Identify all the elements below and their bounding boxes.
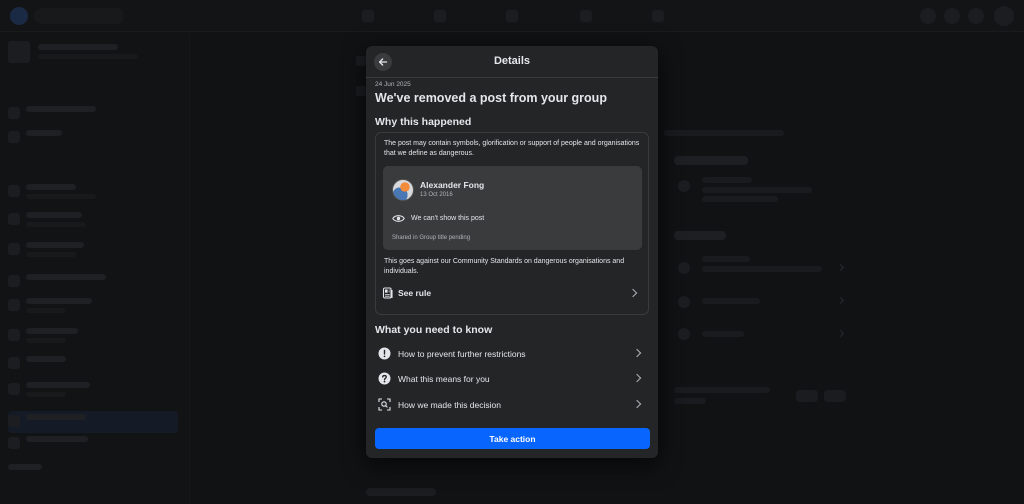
marketplace-icon <box>580 10 592 22</box>
chevron-right-icon <box>632 348 642 358</box>
know-item-label: How to prevent further restrictions <box>398 349 526 359</box>
post-date: 13 Oct 2016 <box>420 192 453 198</box>
sidebar-item <box>8 103 178 125</box>
post-author[interactable]: Alexander Fong <box>420 180 484 190</box>
prevent-restrictions-item[interactable]: How to prevent further restrictions <box>375 343 649 365</box>
exclamation-circle-icon <box>378 347 391 360</box>
profile-avatar <box>994 6 1014 26</box>
shared-in-text: Shared in Group title pending <box>392 235 471 241</box>
sidebar-item <box>8 209 178 231</box>
community-standards-text: This goes against our Community Standard… <box>384 258 625 275</box>
eye-icon <box>392 215 405 222</box>
scan-icon <box>378 398 391 411</box>
take-action-button[interactable]: Take action <box>375 428 650 449</box>
notice-date: 24 Jun 2025 <box>375 81 411 88</box>
know-item-label: What this means for you <box>398 374 490 384</box>
hidden-post-notice: We can't show this post <box>411 215 485 222</box>
chevron-right-icon <box>632 373 642 383</box>
know-heading: What you need to know <box>375 324 493 336</box>
gaming-icon <box>652 10 664 22</box>
sidebar-item <box>8 181 178 203</box>
question-circle-icon <box>378 372 391 385</box>
search-input <box>34 8 124 24</box>
facebook-logo-icon <box>10 7 28 25</box>
pages-icon <box>434 10 446 22</box>
sidebar-item <box>8 239 178 261</box>
rulebook-icon <box>382 287 393 299</box>
reason-text: The post may contain symbols, glorificat… <box>384 140 640 157</box>
sidebar-item <box>8 127 178 149</box>
home-icon <box>362 10 374 22</box>
sidebar-group-header <box>8 41 178 67</box>
sidebar-item <box>8 379 178 401</box>
chevron-right-icon <box>628 288 638 298</box>
groups-icon <box>506 10 518 22</box>
removed-post-card: Alexander Fong 13 Oct 2016 We can't show… <box>383 166 642 250</box>
notifications-icon <box>968 8 984 24</box>
dialog-title: Details <box>493 55 531 67</box>
reason-card: The post may contain symbols, glorificat… <box>375 132 649 315</box>
what-this-means-item[interactable]: What this means for you <box>375 368 649 390</box>
sidebar-item <box>8 325 178 347</box>
chevron-right-icon <box>632 399 642 409</box>
menu-icon <box>920 8 936 24</box>
details-dialog: Details 24 Jun 2025 We've removed a post… <box>366 46 658 458</box>
notice-headline: We've removed a post from your group <box>375 91 607 105</box>
top-navigation-bar <box>0 0 1024 32</box>
see-rule-label: See rule <box>398 288 432 298</box>
see-rule-button[interactable]: See rule <box>378 283 646 303</box>
sidebar-section <box>8 461 178 483</box>
background-footer-text <box>366 488 436 496</box>
know-item-label: How we made this decision <box>398 400 501 410</box>
how-decision-made-item[interactable]: How we made this decision <box>375 394 649 416</box>
sidebar-item <box>8 295 178 317</box>
sidebar-item <box>8 271 178 293</box>
sidebar-item-selected <box>8 411 178 433</box>
dialog-header: Details <box>366 46 658 78</box>
why-heading: Why this happened <box>375 116 472 128</box>
author-avatar <box>392 179 414 201</box>
sidebar-item <box>8 433 178 455</box>
sidebar-item <box>8 353 178 375</box>
group-sidebar <box>0 33 190 504</box>
messenger-icon <box>944 8 960 24</box>
